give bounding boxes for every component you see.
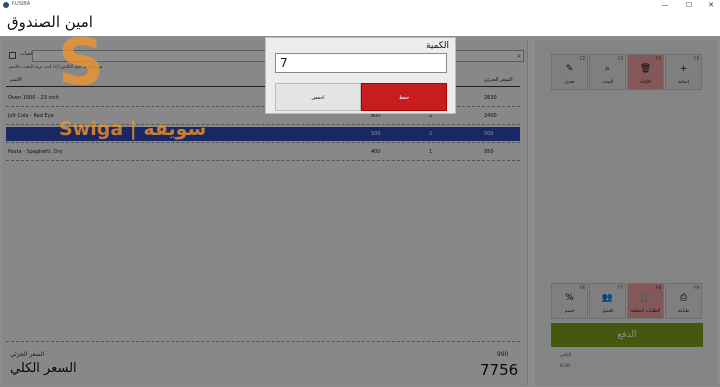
dialog-secondary-button[interactable]: احفض	[275, 83, 361, 111]
quantity-dialog: الكمية 7 احفض حفظ	[265, 37, 456, 114]
dialog-save-button[interactable]: حفظ	[361, 83, 447, 111]
quantity-input[interactable]: 7	[275, 53, 447, 73]
logo-text: Swiga | سويقة	[59, 118, 207, 140]
dialog-title: الكمية	[426, 41, 449, 51]
logo-mark: S	[58, 26, 105, 100]
swiga-logo: S	[58, 26, 120, 100]
app-icon	[3, 2, 9, 8]
maximize-button[interactable]: ☐	[678, 0, 700, 10]
window-title: FUSIBA	[12, 1, 31, 7]
window-titlebar: FUSIBA — ☐ ✕	[0, 0, 720, 10]
minimize-button[interactable]: —	[654, 0, 676, 10]
close-button[interactable]: ✕	[700, 0, 720, 10]
